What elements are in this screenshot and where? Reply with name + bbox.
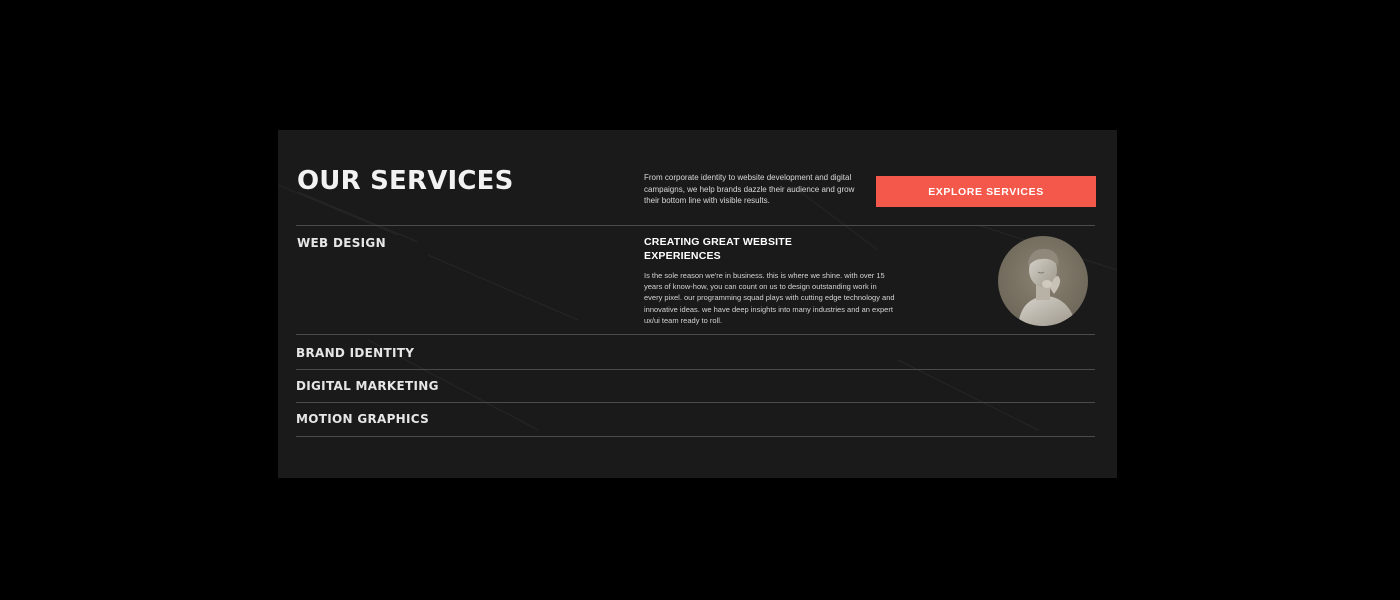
divider <box>296 225 1095 226</box>
services-panel: OUR SERVICES From corporate identity to … <box>278 130 1117 478</box>
service-item-digital-marketing[interactable]: DIGITAL MARKETING <box>296 379 439 393</box>
page-title: OUR SERVICES <box>297 166 514 196</box>
service-description: Is the sole reason we're in business. th… <box>644 271 895 325</box>
explore-services-button[interactable]: EXPLORE SERVICES <box>876 176 1096 207</box>
statue-image <box>998 236 1088 326</box>
divider <box>296 402 1095 403</box>
service-item-brand-identity[interactable]: BRAND IDENTITY <box>296 346 414 360</box>
service-name[interactable]: WEB DESIGN <box>297 236 386 250</box>
service-item-motion-graphics[interactable]: MOTION GRAPHICS <box>296 412 429 426</box>
intro-text: From corporate identity to website devel… <box>644 173 855 205</box>
divider <box>296 436 1095 437</box>
divider <box>296 334 1095 335</box>
divider <box>296 369 1095 370</box>
service-heading: CREATING GREAT WEBSITE EXPERIENCES <box>644 236 793 262</box>
